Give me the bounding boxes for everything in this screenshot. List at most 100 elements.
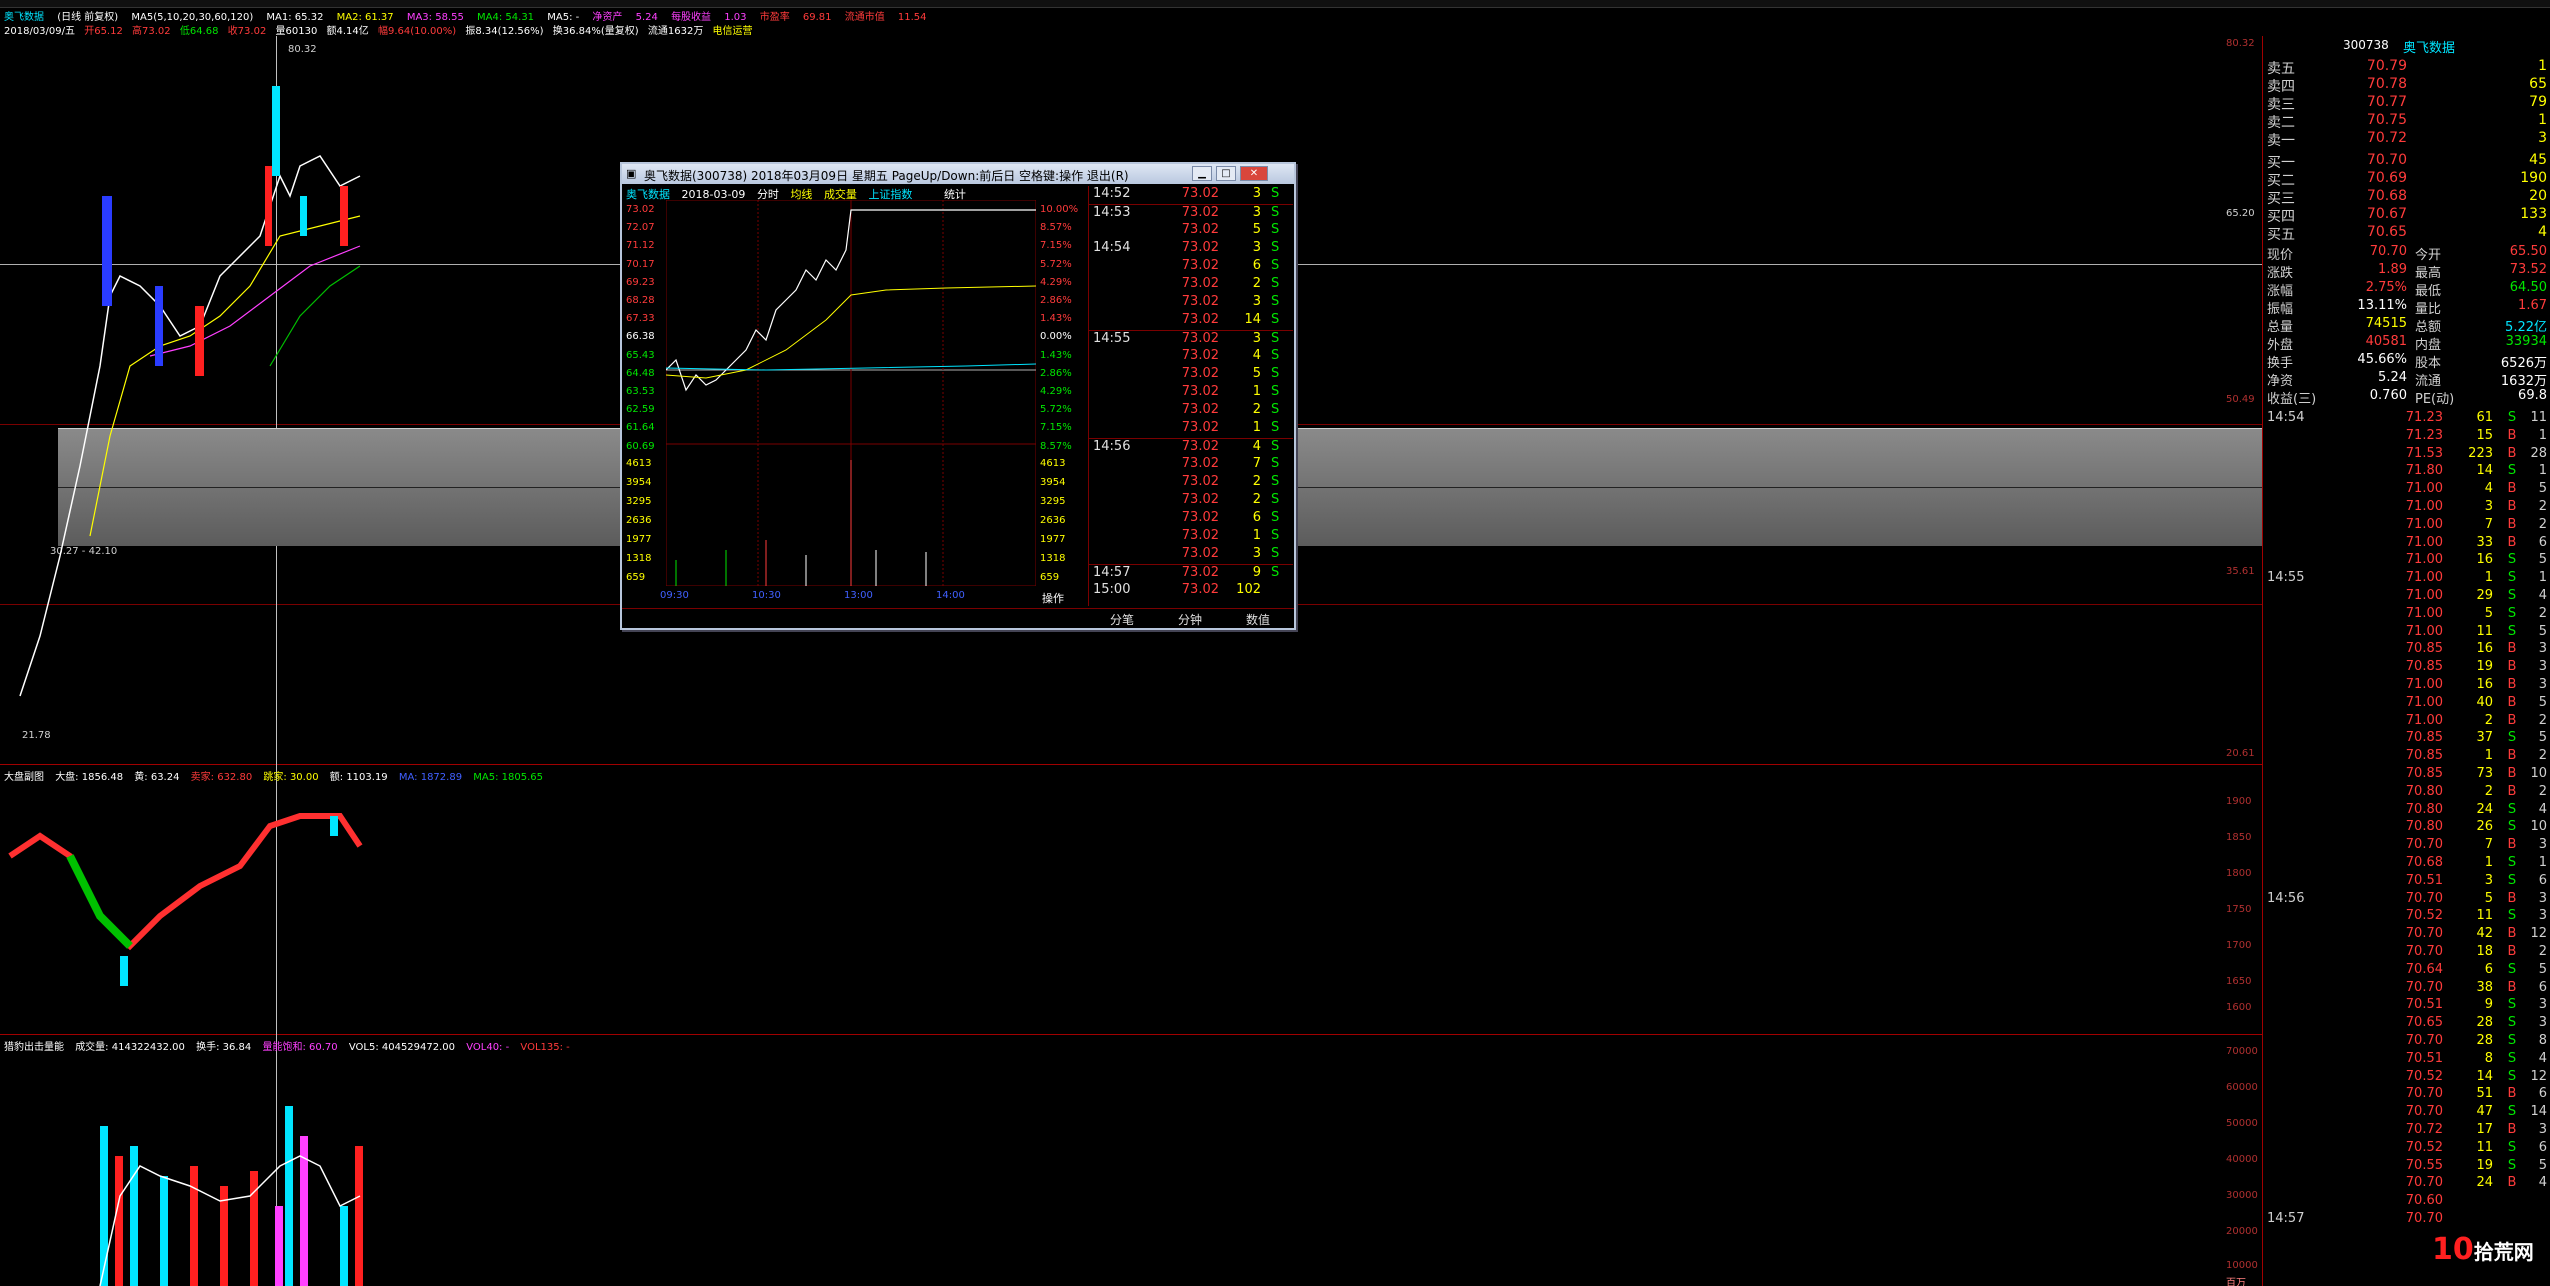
popup-tick-row[interactable]: 73.02 5 S: [1089, 366, 1293, 384]
bid-row[interactable]: 买四 70.67 133: [2267, 206, 2547, 225]
maximize-button[interactable]: □: [1216, 166, 1236, 181]
popup-op-button[interactable]: 操作: [1042, 590, 1064, 606]
tick-row[interactable]: 70.85 37 S 5: [2263, 730, 2550, 748]
tick-row[interactable]: 70.70 7 B 3: [2263, 837, 2550, 855]
popup-price-label: 66.38: [626, 331, 655, 343]
popup-tick-row[interactable]: 73.02 4 S: [1089, 348, 1293, 366]
popup-tick-row[interactable]: 73.02 6 S: [1089, 258, 1293, 276]
popup-tick-list[interactable]: 14:52 73.02 3 S 14:53 73.02 3 S 73.02 5 S…: [1088, 186, 1293, 606]
tick-row[interactable]: 70.85 1 B 2: [2263, 748, 2550, 766]
tick-row[interactable]: 70.70 28 S 8: [2263, 1033, 2550, 1051]
top-menu-strip[interactable]: [0, 0, 2550, 8]
tick-row[interactable]: 70.51 9 S 3: [2263, 997, 2550, 1015]
tick-row[interactable]: 14:55 71.00 1 S 1: [2263, 570, 2550, 588]
popup-tick-row[interactable]: 14:55 73.02 3 S: [1089, 330, 1293, 348]
tick-row[interactable]: 70.64 6 S 5: [2263, 962, 2550, 980]
tab-minutes[interactable]: 分钟: [1156, 611, 1224, 628]
tick-row[interactable]: 14:56 70.70 5 B 3: [2263, 891, 2550, 909]
tick-row[interactable]: 70.52 14 S 12: [2263, 1069, 2550, 1087]
minimize-button[interactable]: ▁: [1192, 166, 1212, 181]
tick-row[interactable]: 71.00 29 S 4: [2263, 588, 2550, 606]
tick-row[interactable]: 71.00 16 B 3: [2263, 677, 2550, 695]
popup-tick-row[interactable]: 73.02 3 S: [1089, 546, 1293, 564]
tick-row[interactable]: 70.80 26 S 10: [2263, 819, 2550, 837]
tick-row[interactable]: 70.80 24 S 4: [2263, 802, 2550, 820]
tick-row[interactable]: 71.00 40 B 5: [2263, 695, 2550, 713]
tick-row[interactable]: 71.00 7 B 2: [2263, 517, 2550, 535]
ask-row[interactable]: 卖五 70.79 1: [2267, 58, 2547, 77]
tick-price: 70.55: [2405, 1157, 2443, 1173]
tick-row[interactable]: 70.52 11 S 6: [2263, 1140, 2550, 1158]
ask-row[interactable]: 卖三 70.77 79: [2267, 94, 2547, 113]
popup-tick-row[interactable]: 73.02 2 S: [1089, 474, 1293, 492]
popup-time-label: 14:00: [936, 590, 965, 601]
ask-row[interactable]: 卖四 70.78 65: [2267, 76, 2547, 95]
popup-tick-row[interactable]: 73.02 2 S: [1089, 402, 1293, 420]
bid-row[interactable]: 买五 70.65 4: [2267, 224, 2547, 243]
popup-tick-row[interactable]: 14:52 73.02 3 S: [1089, 186, 1293, 204]
popup-tick-row[interactable]: 73.02 1 S: [1089, 420, 1293, 438]
popup-tick-row[interactable]: 73.02 1 S: [1089, 528, 1293, 546]
tick-row[interactable]: 70.70 18 B 2: [2263, 944, 2550, 962]
tick-row[interactable]: 70.52 11 S 3: [2263, 908, 2550, 926]
popup-tick-row[interactable]: 14:57 73.02 9 S: [1089, 564, 1293, 582]
popup-tick-row[interactable]: 14:56 73.02 4 S: [1089, 438, 1293, 456]
tick-row[interactable]: 71.53 223 B 28: [2263, 446, 2550, 464]
tick-volume: 8: [2484, 1050, 2493, 1066]
tick-row[interactable]: 70.80 2 B 2: [2263, 784, 2550, 802]
popup-tick-row[interactable]: 73.02 14 S: [1089, 312, 1293, 330]
tick-row[interactable]: 70.70 38 B 6: [2263, 980, 2550, 998]
popup-titlebar[interactable]: ▣ 奥飞数据(300738) 2018年03月09日 星期五 PageUp/Do…: [622, 164, 1294, 184]
sub1-title[interactable]: 大盘副图: [4, 772, 44, 783]
tick-count: 2: [2538, 944, 2547, 959]
tick-row[interactable]: 14:57 70.70: [2263, 1211, 2550, 1229]
bid-row[interactable]: 买二 70.69 190: [2267, 170, 2547, 189]
popup-tick-row[interactable]: 73.02 2 S: [1089, 276, 1293, 294]
ask-row[interactable]: 卖二 70.75 1: [2267, 112, 2547, 131]
popup-tick-row[interactable]: 14:54 73.02 3 S: [1089, 240, 1293, 258]
popup-tick-row[interactable]: 14:53 73.02 3 S: [1089, 204, 1293, 222]
popup-tick-row[interactable]: 73.02 1 S: [1089, 384, 1293, 402]
popup-tick-row[interactable]: 73.02 2 S: [1089, 492, 1293, 510]
popup-tick-row[interactable]: 73.02 3 S: [1089, 294, 1293, 312]
tick-row[interactable]: 71.00 5 S 2: [2263, 606, 2550, 624]
tick-direction: B: [2507, 783, 2517, 799]
tick-row[interactable]: 71.00 2 B 2: [2263, 713, 2550, 731]
tick-row[interactable]: 71.00 4 B 5: [2263, 481, 2550, 499]
tick-row[interactable]: 71.00 16 S 5: [2263, 552, 2550, 570]
tick-row[interactable]: 70.70 51 B 6: [2263, 1086, 2550, 1104]
tab-values[interactable]: 数值: [1224, 611, 1292, 628]
tick-row[interactable]: 70.68 1 S 1: [2263, 855, 2550, 873]
tick-row[interactable]: 71.00 3 B 2: [2263, 499, 2550, 517]
tick-row[interactable]: 70.85 16 B 3: [2263, 641, 2550, 659]
popup-tick-row[interactable]: 73.02 6 S: [1089, 510, 1293, 528]
tick-row[interactable]: 70.85 19 B 3: [2263, 659, 2550, 677]
tick-row[interactable]: 70.72 17 B 3: [2263, 1122, 2550, 1140]
tick-row[interactable]: 70.85 73 B 10: [2263, 766, 2550, 784]
popup-tick-row[interactable]: 15:00 73.02 102: [1089, 582, 1293, 600]
tick-row[interactable]: 71.00 11 S 5: [2263, 624, 2550, 642]
tick-row[interactable]: 70.51 3 S 6: [2263, 873, 2550, 891]
tick-row[interactable]: 70.51 8 S 4: [2263, 1051, 2550, 1069]
intraday-popup[interactable]: ▣ 奥飞数据(300738) 2018年03月09日 星期五 PageUp/Do…: [620, 162, 1296, 630]
stat-value: 64.50: [2509, 280, 2547, 295]
sub2-title[interactable]: 猎豹出击量能: [4, 1042, 64, 1053]
popup-stock-name: 奥飞数据: [626, 188, 670, 201]
popup-tick-row[interactable]: 73.02 7 S: [1089, 456, 1293, 474]
tick-row[interactable]: 71.23 15 B 1: [2263, 428, 2550, 446]
tick-row[interactable]: 70.65 28 S 3: [2263, 1015, 2550, 1033]
tick-row[interactable]: 71.80 14 S 1: [2263, 463, 2550, 481]
tick-row[interactable]: 70.70 42 B 12: [2263, 926, 2550, 944]
tick-row[interactable]: 70.70 24 B 4: [2263, 1175, 2550, 1193]
popup-tick-row[interactable]: 73.02 5 S: [1089, 222, 1293, 240]
bid-row[interactable]: 买三 70.68 20: [2267, 188, 2547, 207]
tick-row[interactable]: 70.60: [2263, 1193, 2550, 1211]
tab-ticks[interactable]: 分笔: [1088, 611, 1156, 628]
bid-row[interactable]: 买一 70.70 45: [2267, 152, 2547, 171]
ask-row[interactable]: 卖一 70.72 3: [2267, 130, 2547, 149]
tick-row[interactable]: 71.00 33 B 6: [2263, 535, 2550, 553]
tick-row[interactable]: 14:54 71.23 61 S 11: [2263, 410, 2550, 428]
close-button[interactable]: ✕: [1240, 166, 1268, 181]
tick-row[interactable]: 70.70 47 S 14: [2263, 1104, 2550, 1122]
tick-row[interactable]: 70.55 19 S 5: [2263, 1158, 2550, 1176]
